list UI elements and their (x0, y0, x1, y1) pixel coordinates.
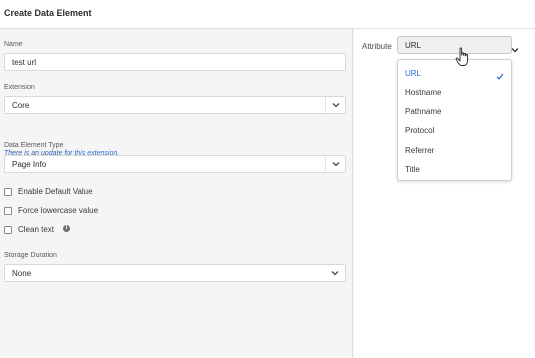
attribute-option-title[interactable]: Title (405, 165, 420, 174)
hand-pointer-icon (455, 47, 471, 72)
checkmark-icon (496, 67, 504, 85)
storage-duration-value: None (12, 269, 32, 278)
clean-text-label: Clean text (18, 225, 55, 234)
form-panel: Name test url Extension Core There is an… (0, 29, 353, 358)
name-label: Name (4, 41, 23, 48)
checkbox-box[interactable] (4, 207, 12, 215)
extension-label: Extension (4, 84, 35, 91)
name-input[interactable]: test url (4, 53, 346, 71)
force-lowercase-label: Force lowercase value (18, 206, 99, 215)
checkbox-box[interactable] (4, 188, 12, 196)
attribute-panel: Attribute URL URL Hostname Pathname Prot… (354, 29, 535, 358)
name-input-value: test url (12, 58, 37, 67)
page-title: Create Data Element (4, 8, 92, 18)
attribute-option-hostname[interactable]: Hostname (405, 88, 441, 97)
info-icon[interactable]: i (63, 225, 70, 232)
attribute-option-pathname[interactable]: Pathname (405, 107, 441, 116)
chevron-down-icon[interactable] (325, 156, 345, 172)
attribute-option-protocol[interactable]: Protocol (405, 126, 434, 135)
extension-select-value: Core (12, 101, 30, 110)
data-element-type-label: Data Element Type (4, 142, 64, 149)
data-element-type-value: Page Info (12, 160, 47, 169)
chevron-down-icon[interactable] (325, 265, 345, 281)
storage-duration-select[interactable]: None (4, 264, 346, 282)
top-bar: Create Data Element (0, 0, 535, 29)
extension-select[interactable]: Core (4, 96, 346, 114)
attribute-dropdown-menu: URL Hostname Pathname Protocol Referrer … (397, 59, 512, 181)
chevron-down-icon[interactable] (325, 97, 345, 113)
data-element-type-select[interactable]: Page Info (4, 155, 346, 173)
storage-duration-label: Storage Duration (4, 252, 57, 259)
attribute-select-value: URL (405, 41, 422, 50)
checkbox-box[interactable] (4, 226, 12, 234)
attribute-option-url[interactable]: URL (405, 69, 421, 78)
attribute-label: Attribute (362, 42, 392, 51)
enable-default-value-label: Enable Default Value (18, 187, 93, 196)
attribute-option-referrer[interactable]: Referrer (405, 146, 434, 155)
